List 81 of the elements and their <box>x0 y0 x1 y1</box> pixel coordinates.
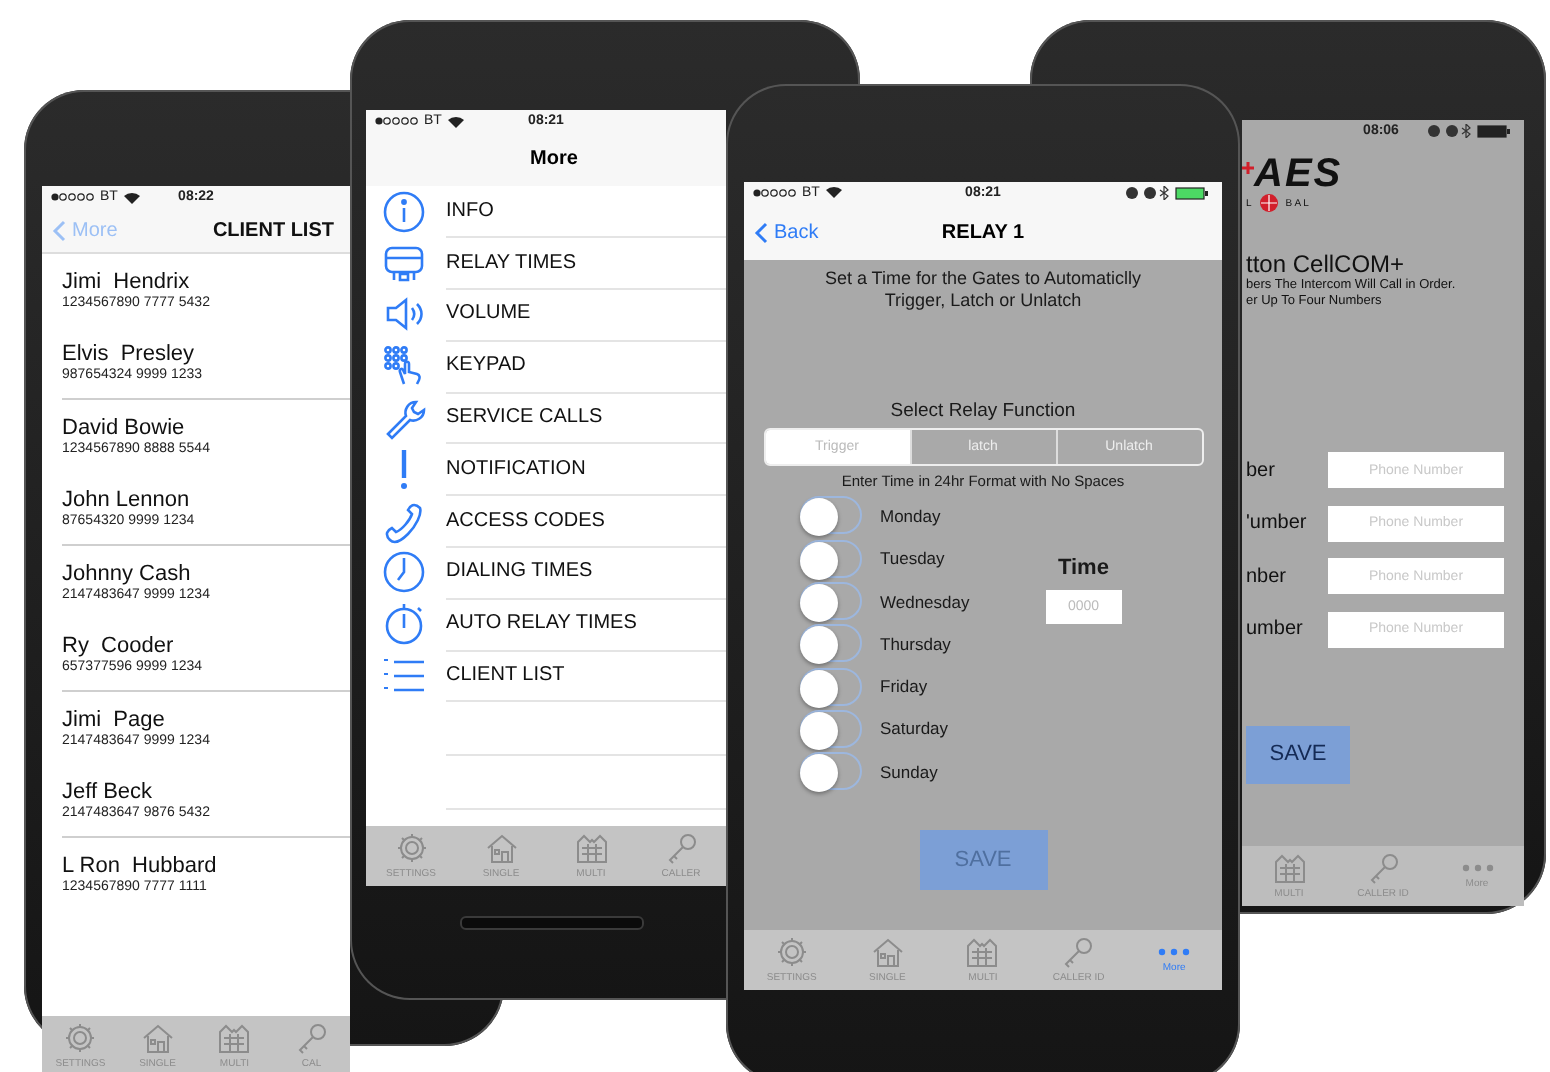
chevron-left-icon <box>52 219 66 241</box>
menu-item[interactable]: DIALING TIMES <box>446 560 593 583</box>
key-icon <box>663 832 699 864</box>
more-dots-icon <box>1459 862 1495 874</box>
screen-title: RELAY 1 <box>941 221 1025 244</box>
wrench-icon <box>382 396 426 441</box>
menu-item[interactable]: CLIENT LIST <box>446 664 565 687</box>
client-name: Johnny Cash <box>62 562 193 586</box>
day-toggle[interactable] <box>800 752 862 791</box>
status-icons <box>1126 185 1214 200</box>
client-name: Jimi Hendrix <box>62 270 192 294</box>
time-label: Time <box>1057 556 1109 581</box>
house-icon <box>869 936 906 968</box>
wifi-icon <box>447 115 464 127</box>
building-icon <box>964 936 1001 968</box>
client-name: L Ron Hubbard <box>62 854 219 878</box>
day-toggle[interactable] <box>800 624 862 663</box>
day-label: Friday <box>880 676 928 697</box>
day-label: Tuesday <box>880 548 945 569</box>
relay-icon <box>382 241 426 286</box>
client-name: Jimi Page <box>62 708 167 732</box>
key-icon <box>1060 936 1097 968</box>
house-icon <box>139 1022 176 1054</box>
menu-item[interactable]: ACCESS CODES <box>446 509 605 532</box>
menu-item[interactable]: INFO <box>446 199 494 222</box>
number-label: 'umber <box>1246 512 1307 534</box>
gear-icon <box>773 936 810 968</box>
chevron-left-icon <box>754 221 768 244</box>
number-label: ber <box>1246 459 1275 481</box>
client-name: Ry Cooder <box>62 634 176 658</box>
screen-heading: tton CellCOM+ <box>1246 250 1407 278</box>
day-toggle[interactable] <box>800 709 862 748</box>
client-name: Elvis Presley <box>62 342 197 366</box>
wifi-icon <box>123 191 140 203</box>
building-icon <box>573 832 609 864</box>
status-icons <box>1428 124 1516 138</box>
client-name: David Bowie <box>62 416 187 440</box>
client-name: John Lennon <box>62 488 192 512</box>
signal-dots-icon <box>50 192 94 202</box>
signal-dots-icon <box>752 187 796 198</box>
stopwatch-icon <box>382 602 426 647</box>
day-label: Monday <box>880 505 941 526</box>
day-toggle[interactable] <box>800 582 862 621</box>
wifi-icon <box>825 186 842 199</box>
back-link[interactable]: Back <box>744 221 819 244</box>
number-label: umber <box>1246 618 1303 640</box>
keypad-icon <box>382 344 426 389</box>
building-icon <box>1271 852 1307 884</box>
more-dots-icon <box>1156 946 1193 958</box>
menu-item[interactable]: RELAY TIMES <box>446 251 577 274</box>
phone-handset-icon <box>382 499 426 544</box>
building-icon <box>216 1022 253 1054</box>
day-label: Sunday <box>880 761 938 782</box>
info-icon <box>382 189 426 234</box>
number-label: nber <box>1246 565 1287 587</box>
day-toggle[interactable] <box>800 496 862 535</box>
menu-item[interactable]: AUTO RELAY TIMES <box>446 612 637 635</box>
clock-icon <box>382 550 426 595</box>
section-label: Select Relay Function <box>890 400 1076 423</box>
day-label: Thursday <box>880 633 951 654</box>
day-label: Saturday <box>880 718 949 739</box>
globe-icon <box>1259 194 1278 212</box>
day-label: Wednesday <box>880 591 970 612</box>
screen-title: More <box>530 148 578 170</box>
menu-item[interactable]: SERVICE CALLS <box>446 406 603 429</box>
key-icon <box>1365 852 1401 884</box>
signal-dots-icon <box>374 116 418 126</box>
menu-item[interactable]: VOLUME <box>446 302 531 325</box>
client-name: Jeff Beck <box>62 780 155 804</box>
instruction-text: Set a Time for the Gates to Automaticlly Trigger, Latch or Unlatch <box>822 268 1144 313</box>
menu-item[interactable]: KEYPAD <box>446 354 526 377</box>
screen-title: CLIENT LIST <box>212 219 334 241</box>
gear-icon <box>62 1022 99 1054</box>
gear-icon <box>393 832 429 864</box>
save-button[interactable]: SAVE <box>1246 725 1350 783</box>
house-icon <box>483 832 519 864</box>
day-toggle[interactable] <box>800 539 862 578</box>
key-icon <box>293 1022 330 1054</box>
day-toggle[interactable] <box>800 667 862 706</box>
exclamation-icon <box>400 447 408 492</box>
menu-item[interactable]: NOTIFICATION <box>446 457 586 480</box>
